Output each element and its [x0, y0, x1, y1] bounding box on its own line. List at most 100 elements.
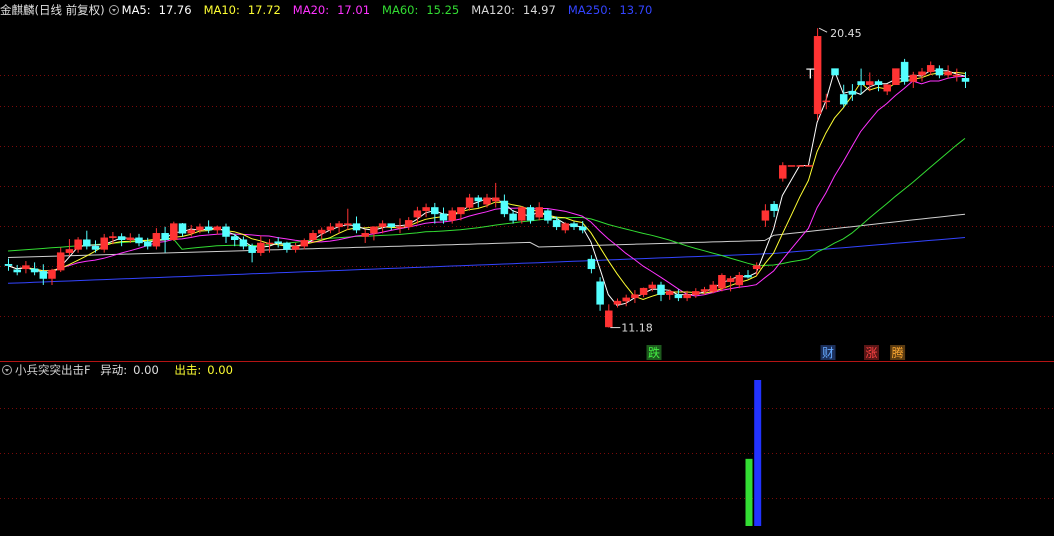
candle[interactable]	[283, 241, 291, 253]
candle[interactable]	[100, 233, 108, 253]
signal-badge[interactable]: 跌	[646, 345, 662, 360]
candle[interactable]	[326, 222, 335, 234]
candle[interactable]	[300, 238, 309, 250]
candle[interactable]	[770, 200, 778, 218]
candle[interactable]	[91, 240, 100, 253]
candle[interactable]	[787, 165, 796, 167]
candle[interactable]	[622, 294, 630, 307]
candle[interactable]	[204, 220, 213, 234]
candle-body	[152, 233, 161, 247]
candle[interactable]	[735, 272, 744, 289]
menu-circle-icon[interactable]	[108, 5, 119, 15]
candle[interactable]	[813, 28, 822, 121]
candle[interactable]	[926, 61, 935, 76]
signal-badge[interactable]: 财	[820, 345, 836, 360]
candle[interactable]	[178, 222, 187, 237]
candle[interactable]	[422, 203, 430, 218]
signal-badge[interactable]: 腾	[890, 345, 906, 360]
candle[interactable]	[596, 277, 604, 311]
candle[interactable]	[605, 304, 613, 328]
candle[interactable]	[257, 235, 265, 256]
candle[interactable]	[344, 208, 352, 231]
candle[interactable]	[639, 287, 648, 298]
candle[interactable]	[761, 204, 770, 227]
candle[interactable]	[944, 65, 952, 79]
candle[interactable]	[935, 65, 944, 79]
candle[interactable]	[918, 67, 926, 82]
candle[interactable]	[213, 225, 222, 235]
candle[interactable]	[265, 239, 274, 253]
candle-body	[396, 226, 404, 229]
field-chuji-label: 出击:	[174, 363, 202, 377]
candle[interactable]	[709, 281, 717, 294]
candle[interactable]	[831, 68, 839, 76]
candle[interactable]	[665, 289, 674, 300]
candle[interactable]	[465, 193, 474, 211]
signal-badge[interactable]: 涨	[864, 345, 879, 360]
candle[interactable]	[56, 247, 65, 273]
candle[interactable]	[500, 194, 509, 218]
candle[interactable]	[692, 288, 700, 298]
candle[interactable]	[161, 226, 169, 253]
indicator-menu-icon[interactable]	[2, 365, 12, 375]
candle-body	[317, 229, 326, 234]
candle-body	[805, 165, 813, 167]
candle[interactable]	[570, 221, 578, 231]
candle[interactable]	[48, 268, 56, 285]
candle[interactable]	[857, 68, 865, 95]
candle[interactable]	[352, 216, 361, 234]
chart-canvas[interactable]: 20.45 11.18 T 跌 财 涨腾	[0, 0, 1054, 532]
candle[interactable]	[291, 242, 300, 253]
candle[interactable]	[631, 290, 639, 304]
candle-body	[561, 223, 570, 231]
candle-body	[961, 78, 970, 82]
candle[interactable]	[718, 273, 726, 292]
candle[interactable]	[674, 289, 683, 302]
candle[interactable]	[613, 298, 622, 308]
candle[interactable]	[239, 236, 248, 250]
candle-body	[700, 289, 709, 292]
candle[interactable]	[404, 217, 413, 231]
candlesticks[interactable]	[4, 28, 970, 328]
candle[interactable]	[135, 233, 143, 247]
candle[interactable]	[83, 230, 91, 250]
candle[interactable]	[152, 228, 161, 250]
candle[interactable]	[518, 206, 526, 224]
candle[interactable]	[657, 281, 665, 302]
candle[interactable]	[483, 193, 491, 208]
candle[interactable]	[431, 202, 439, 224]
candle[interactable]	[30, 262, 39, 276]
candle[interactable]	[796, 165, 804, 167]
candle[interactable]	[883, 84, 891, 96]
candle[interactable]	[779, 162, 787, 182]
candle[interactable]	[961, 71, 970, 88]
candle[interactable]	[900, 58, 909, 85]
candle[interactable]	[248, 243, 256, 263]
candle[interactable]	[117, 233, 126, 247]
stock-chart[interactable]: 20.45 11.18 T 跌 财 涨腾	[0, 0, 1054, 532]
candle[interactable]	[274, 237, 282, 248]
candle[interactable]	[22, 261, 30, 274]
candle[interactable]	[561, 222, 570, 234]
candle[interactable]	[13, 264, 21, 276]
candle[interactable]	[370, 226, 378, 241]
candle[interactable]	[74, 237, 82, 253]
candle[interactable]	[230, 233, 239, 247]
low-price-label: 11.18	[621, 322, 653, 335]
candle[interactable]	[361, 229, 369, 243]
candle[interactable]	[535, 202, 543, 221]
candle[interactable]	[544, 208, 552, 224]
candle[interactable]	[805, 165, 813, 167]
candle[interactable]	[587, 255, 596, 274]
candle[interactable]	[874, 79, 883, 92]
candle-body	[874, 81, 883, 85]
candle[interactable]	[744, 270, 752, 279]
candle[interactable]	[953, 68, 961, 82]
candle[interactable]	[170, 221, 178, 242]
candle[interactable]	[387, 223, 396, 231]
candle[interactable]	[909, 71, 918, 88]
candle[interactable]	[4, 258, 13, 271]
indicator-bars	[745, 380, 762, 526]
candle[interactable]	[892, 68, 900, 85]
candle[interactable]	[491, 182, 500, 208]
